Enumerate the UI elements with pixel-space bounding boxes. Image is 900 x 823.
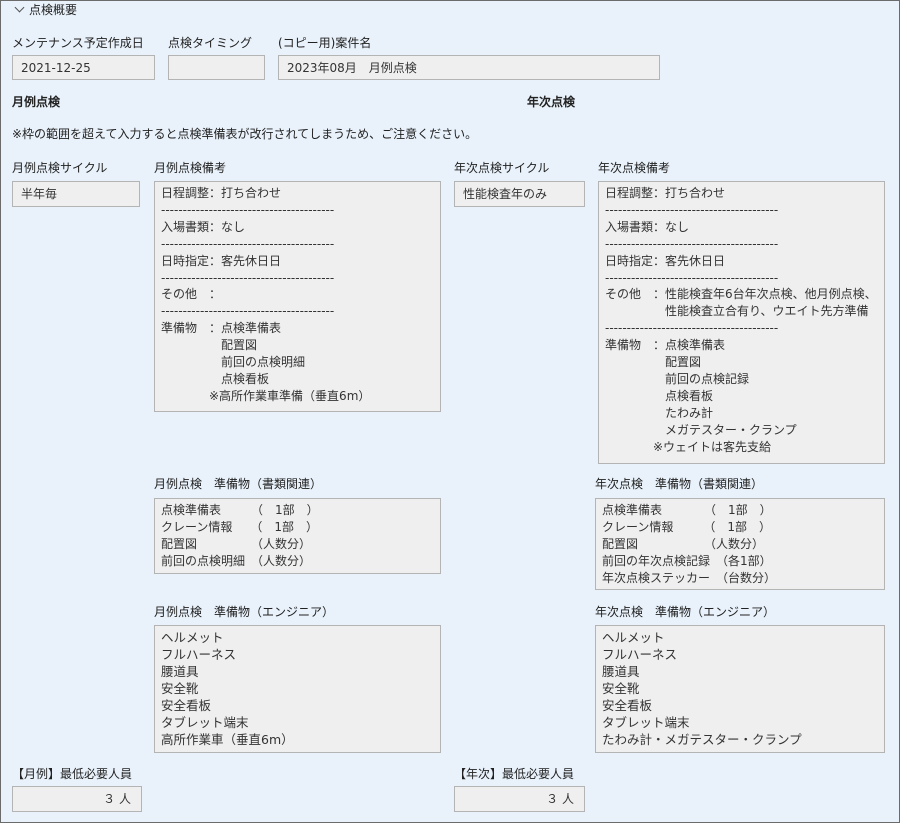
annual-eng-field[interactable]: ヘルメット フルハーネス 腰道具 安全靴 安全看板 タブレット端末 たわみ計・メ… [595,625,885,753]
monthly-remarks-label: 月例点検備考 [154,161,227,175]
monthly-cycle-label: 月例点検サイクル [12,161,108,175]
annual-remarks-field[interactable]: 日程調整：打ち合わせ -----------------------------… [598,181,885,464]
timing-label: 点検タイミング [168,36,253,50]
notice-text: ※枠の範囲を超えて入力すると点検準備表が改行されてしまうため、ご注意ください。 [12,127,478,141]
case-name-field[interactable]: 2023年08月 月例点検 [278,55,660,80]
annual-heading: 年次点検 [527,95,576,109]
chevron-down-icon [14,2,25,13]
annual-min-field[interactable]: ３ 人 [454,786,585,812]
annual-eng-label: 年次点検 準備物（エンジニア） [595,605,776,619]
annual-remarks-label: 年次点検備考 [598,161,671,175]
monthly-docs-field[interactable]: 点検準備表 （ 1部 ） クレーン情報 （ 1部 ） 配置図 （人数分） 前回の… [154,498,441,574]
annual-docs-label: 年次点検 準備物（書類関連） [595,477,764,491]
section-header[interactable]: 点検概要 [14,2,77,18]
monthly-cycle-field[interactable]: 半年毎 [12,181,140,207]
maint-date-field[interactable]: 2021-12-25 [12,55,155,80]
section-title: 点検概要 [29,3,78,17]
annual-docs-field[interactable]: 点検準備表 （ 1部 ） クレーン情報 （ 1部 ） 配置図 （人数分） 前回の… [595,498,885,590]
monthly-heading: 月例点検 [12,95,61,109]
monthly-docs-label: 月例点検 準備物（書類関連） [154,477,323,491]
annual-min-label: 【年次】最低必要人員 [454,767,575,781]
monthly-eng-field[interactable]: ヘルメット フルハーネス 腰道具 安全靴 安全看板 タブレット端末 高所作業車（… [154,625,441,753]
monthly-min-label: 【月例】最低必要人員 [12,767,133,781]
annual-cycle-label: 年次点検サイクル [454,161,550,175]
case-name-label: (コピー用)案件名 [278,36,372,50]
maint-date-label: メンテナンス予定作成日 [12,36,144,50]
monthly-eng-label: 月例点検 準備物（エンジニア） [154,605,335,619]
monthly-remarks-field[interactable]: 日程調整：打ち合わせ -----------------------------… [154,181,441,412]
monthly-min-field[interactable]: ３ 人 [12,786,142,812]
annual-cycle-field[interactable]: 性能検査年のみ [454,181,585,207]
timing-field[interactable] [168,55,265,80]
